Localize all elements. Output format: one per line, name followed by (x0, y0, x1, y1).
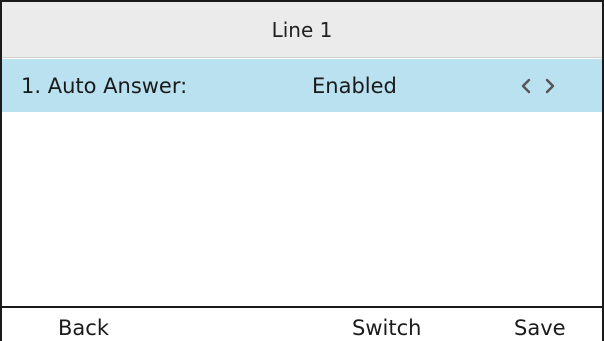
value-switch-arrows (519, 59, 557, 112)
setting-value[interactable]: Enabled (312, 74, 397, 98)
screen-title: Line 1 (271, 17, 333, 42)
setting-label: 1. Auto Answer: (21, 73, 188, 98)
title-bar: Line 1 (2, 2, 602, 58)
softkey-bar: Back Switch Save (2, 306, 602, 341)
switch-softkey[interactable]: Switch (352, 316, 421, 340)
chevron-left-icon[interactable] (519, 76, 533, 96)
settings-list: 1. Auto Answer: Enabled (2, 59, 602, 112)
setting-row-auto-answer[interactable]: 1. Auto Answer: Enabled (2, 59, 602, 112)
chevron-right-icon[interactable] (543, 76, 557, 96)
back-softkey[interactable]: Back (58, 316, 109, 340)
save-softkey[interactable]: Save (514, 316, 566, 340)
phone-screen: Line 1 1. Auto Answer: Enabled Back Swit… (0, 0, 604, 341)
